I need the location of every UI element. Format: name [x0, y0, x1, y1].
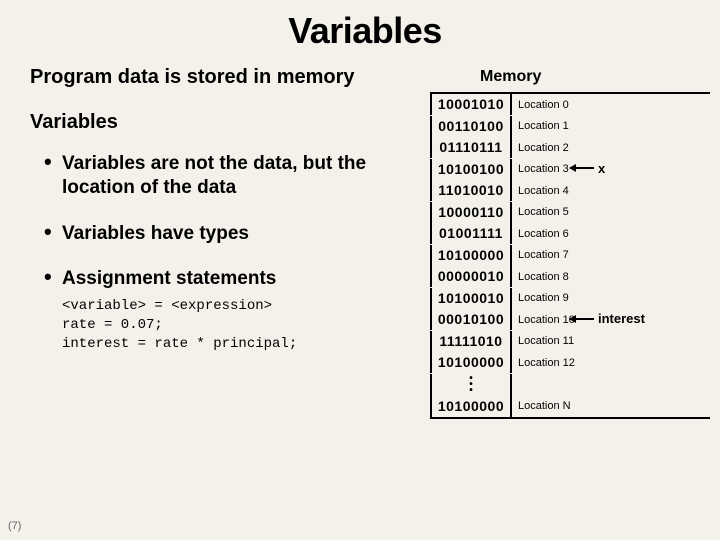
memory-row: 00110100Location 1 — [430, 116, 710, 138]
memory-label: Location 12 — [512, 357, 575, 369]
memory-table: 10001010Location 000110100Location 10111… — [430, 92, 710, 419]
memory-cell: 01110111 — [430, 137, 512, 158]
memory-row: 00010100Location 10interest — [430, 309, 710, 331]
memory-header: Memory — [430, 68, 710, 86]
memory-row: 01001111Location 6 — [430, 223, 710, 245]
memory-row: 10100010Location 9 — [430, 288, 710, 310]
memory-cell: 11111010 — [430, 331, 512, 352]
memory-label: Location 6 — [512, 228, 569, 240]
memory-label: Location 9 — [512, 292, 569, 304]
memory-row: 10100000Location 7 — [430, 245, 710, 267]
bullet-3-text: Assignment statements — [62, 268, 276, 289]
memory-row-last: 10100000Location N — [430, 396, 710, 418]
memory-label: Location 10 — [512, 314, 575, 326]
memory-label: Location 7 — [512, 249, 569, 261]
memory-row: 00000010Location 8 — [430, 266, 710, 288]
slide: Variables Program data is stored in memo… — [0, 0, 720, 540]
memory-label: Location 4 — [512, 185, 569, 197]
memory-label: Location 0 — [512, 99, 569, 111]
pointer-x: x — [570, 161, 605, 176]
memory-cell: 00110100 — [430, 116, 512, 137]
slide-title: Variables — [30, 10, 700, 52]
memory-row: 10100100Location 3x — [430, 159, 710, 181]
memory-label: Location N — [512, 400, 571, 412]
pointer-interest: interest — [570, 311, 645, 326]
memory-cell: 01001111 — [430, 223, 512, 244]
page-number: (7) — [8, 520, 21, 532]
memory-cell: 10100000 — [430, 245, 512, 266]
bullet-3: Assignment statements <variable> = <expr… — [44, 267, 404, 353]
memory-row: 11111010Location 11 — [430, 331, 710, 353]
code-block: <variable> = <expression> rate = 0.07; i… — [62, 297, 404, 354]
memory-label: Location 11 — [512, 335, 574, 347]
memory-row: 10001010Location 0 — [430, 94, 710, 116]
memory-label: Location 8 — [512, 271, 569, 283]
memory-label: Location 5 — [512, 206, 569, 218]
bullet-1: Variables are not the data, but the loca… — [44, 152, 404, 200]
memory-label: Location 2 — [512, 142, 569, 154]
memory-label: Location 1 — [512, 120, 569, 132]
memory-cell: 10001010 — [430, 94, 512, 115]
memory-cell: 10100010 — [430, 288, 512, 309]
memory-row: 10100000Location 12 — [430, 352, 710, 374]
memory-cell: 11010010 — [430, 180, 512, 201]
bullet-2: Variables have types — [44, 222, 404, 246]
memory-ellipsis: ••• — [430, 374, 710, 396]
memory-cell: 00010100 — [430, 309, 512, 330]
memory-cell: 10100100 — [430, 159, 512, 180]
memory-label: Location 3 — [512, 163, 569, 175]
memory-cell: 10100000 — [430, 352, 512, 373]
memory-cell: 10000110 — [430, 202, 512, 223]
memory-row: 01110111Location 2 — [430, 137, 710, 159]
memory-cell: 10100000 — [430, 396, 512, 417]
memory-diagram: Memory 10001010Location 000110100Locatio… — [430, 68, 710, 419]
memory-row: 11010010Location 4 — [430, 180, 710, 202]
memory-cell: 00000010 — [430, 266, 512, 287]
memory-row: 10000110Location 5 — [430, 202, 710, 224]
